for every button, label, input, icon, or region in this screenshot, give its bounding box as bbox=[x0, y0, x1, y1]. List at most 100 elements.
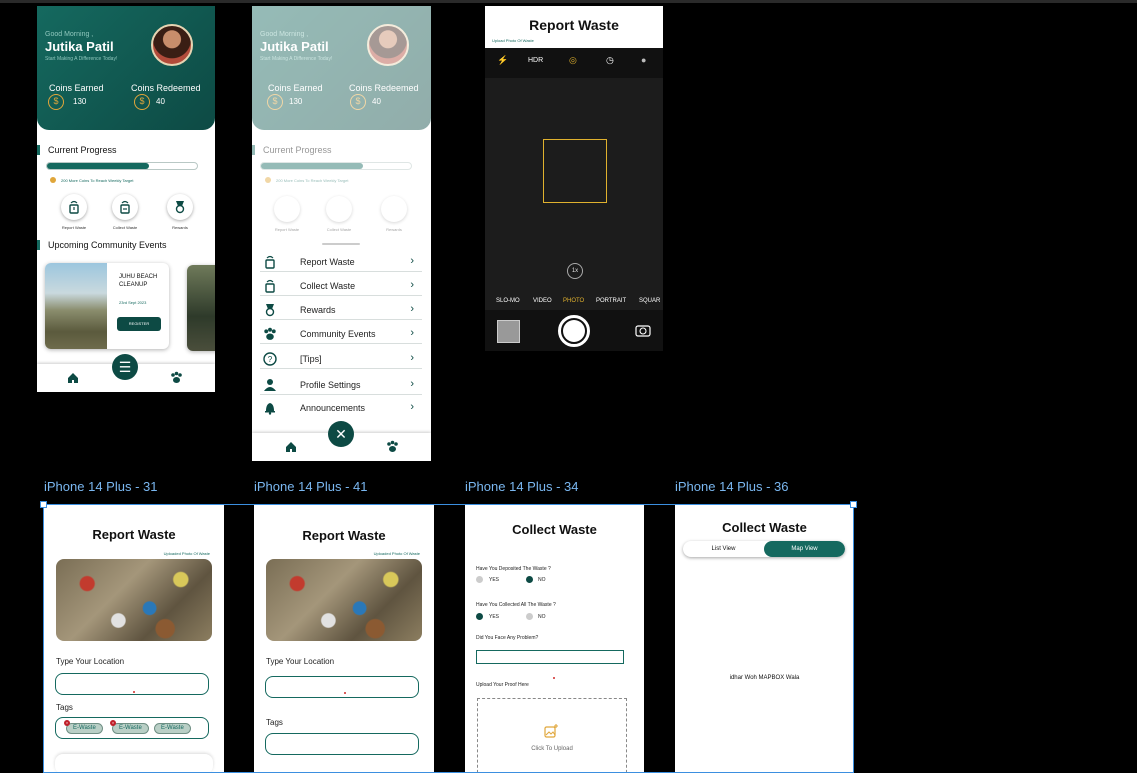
menu-item-label: Collect Waste bbox=[300, 281, 356, 291]
user-icon bbox=[264, 379, 276, 391]
community-icon[interactable] bbox=[170, 371, 183, 384]
bell-icon bbox=[265, 403, 275, 415]
camera-frame[interactable]: Report Waste Upload Photo Of Waste ⚡ HDR… bbox=[485, 6, 663, 351]
target-icon bbox=[50, 177, 56, 183]
menu-item-label: Report Waste bbox=[300, 257, 355, 267]
dashboard-header: Good Morning , Jutika Patil Start Making… bbox=[37, 6, 215, 130]
greeting-text: Good Morning , bbox=[45, 31, 94, 38]
filters-icon[interactable]: ● bbox=[641, 55, 646, 65]
chevron-right-icon: › bbox=[410, 279, 414, 291]
community-icon[interactable] bbox=[386, 440, 399, 453]
page-title: Report Waste bbox=[529, 17, 619, 33]
flip-camera-icon[interactable] bbox=[635, 324, 651, 337]
menu-item-label: Profile Settings bbox=[300, 380, 361, 390]
report-waste-action[interactable]: Report Waste bbox=[54, 194, 94, 230]
menu-item-label: Community Events bbox=[300, 329, 376, 339]
svg-text:?: ? bbox=[268, 355, 273, 364]
bottom-nav: ☰ bbox=[37, 354, 215, 392]
home-icon[interactable] bbox=[285, 441, 297, 453]
events-title: Upcoming Community Events bbox=[37, 240, 167, 250]
zoom-button[interactable]: 1x bbox=[567, 263, 583, 279]
menu-item-profile-settings[interactable]: Profile Settings › bbox=[260, 375, 422, 395]
menu-item-label: Announcements bbox=[300, 403, 366, 413]
avatar[interactable] bbox=[151, 24, 193, 66]
chevron-right-icon: › bbox=[410, 303, 414, 315]
chevron-right-icon: › bbox=[410, 352, 414, 364]
menu-item-rewards[interactable]: Rewards › bbox=[260, 300, 422, 320]
resize-handle[interactable] bbox=[850, 501, 857, 508]
chevron-right-icon: › bbox=[410, 255, 414, 267]
menu-item-label: [Tips] bbox=[300, 354, 322, 364]
progress-fill bbox=[47, 163, 149, 169]
progress-note: 200 More Coins To Reach Weekly Target bbox=[61, 178, 134, 183]
progress-title: Current Progress bbox=[37, 145, 117, 155]
frame-label[interactable]: iPhone 14 Plus - 36 bbox=[675, 479, 788, 494]
camera-controls bbox=[485, 310, 663, 351]
live-photo-icon[interactable]: ◎ bbox=[569, 55, 577, 66]
menu-item-community-events[interactable]: Community Events › bbox=[260, 324, 422, 344]
gallery-thumbnail[interactable] bbox=[497, 320, 520, 343]
coins-earned-value: 130 bbox=[73, 97, 87, 106]
event-photo bbox=[187, 265, 215, 351]
rewards-icon bbox=[265, 304, 275, 317]
event-photo bbox=[45, 263, 107, 349]
sheet-handle[interactable] bbox=[322, 243, 360, 245]
action-label: Rewards bbox=[172, 225, 188, 230]
close-menu-button[interactable]: ✕ bbox=[328, 421, 354, 447]
chevron-right-icon: › bbox=[410, 401, 414, 413]
collect-waste-icon bbox=[112, 194, 138, 220]
bottom-nav: ✕ bbox=[252, 421, 431, 461]
action-label: Collect Waste bbox=[112, 225, 138, 230]
tagline-text: Start Making A Difference Today! bbox=[45, 56, 118, 62]
menu-item-report-waste[interactable]: Report Waste › bbox=[260, 252, 422, 272]
register-button[interactable]: REGISTER bbox=[117, 317, 161, 331]
camera-modes: SLO-MO VIDEO PHOTO PORTRAIT SQUAR bbox=[485, 298, 663, 308]
rewards-icon bbox=[167, 194, 193, 220]
selection-outline bbox=[43, 504, 854, 773]
coins-redeemed-value: 40 bbox=[156, 97, 165, 106]
action-label: Report Waste bbox=[61, 225, 87, 230]
menu-button[interactable]: ☰ bbox=[112, 354, 138, 380]
collect-waste-icon bbox=[265, 279, 275, 293]
resize-handle[interactable] bbox=[40, 501, 47, 508]
design-canvas: Good Morning , Jutika Patil Start Making… bbox=[0, 0, 1137, 773]
page-subtitle: Upload Photo Of Waste bbox=[492, 38, 534, 43]
help-icon: ? bbox=[263, 352, 277, 366]
menu-item-announcements[interactable]: Announcements › bbox=[260, 398, 422, 418]
event-card[interactable]: JUHU BEACH CLEANUP 23rd Sept 2023 REGIST… bbox=[45, 263, 169, 349]
mode-video[interactable]: VIDEO bbox=[533, 298, 552, 304]
report-waste-icon bbox=[61, 194, 87, 220]
chevron-right-icon: › bbox=[410, 327, 414, 339]
rewards-action[interactable]: Rewards bbox=[160, 194, 200, 230]
progress-bar bbox=[46, 162, 198, 170]
menu-frame[interactable]: Good Morning , Jutika Patil Start Making… bbox=[252, 6, 431, 461]
coins-earned-label: Coins Earned bbox=[49, 83, 104, 93]
user-name: Jutika Patil bbox=[45, 39, 114, 54]
dashboard-frame[interactable]: Good Morning , Jutika Patil Start Making… bbox=[37, 6, 215, 392]
menu-item-label: Rewards bbox=[300, 305, 336, 315]
menu-item-tips[interactable]: ? [Tips] › bbox=[260, 349, 422, 369]
mode-slo-mo[interactable]: SLO-MO bbox=[496, 298, 520, 304]
frame-label[interactable]: iPhone 14 Plus - 31 bbox=[44, 479, 157, 494]
flash-icon[interactable]: ⚡ bbox=[497, 55, 508, 66]
hdr-toggle[interactable]: HDR bbox=[528, 57, 543, 64]
frame-label[interactable]: iPhone 14 Plus - 41 bbox=[254, 479, 367, 494]
mode-photo[interactable]: PHOTO bbox=[563, 298, 584, 304]
chevron-right-icon: › bbox=[410, 378, 414, 390]
coin-icon: $ bbox=[134, 94, 150, 110]
mode-portrait[interactable]: PORTRAIT bbox=[596, 298, 626, 304]
camera-top-bar: ⚡ HDR ◎ ◷ ● bbox=[485, 48, 663, 78]
timer-icon[interactable]: ◷ bbox=[606, 55, 614, 66]
event-card-next[interactable] bbox=[187, 265, 215, 351]
collect-waste-action[interactable]: Collect Waste bbox=[105, 194, 145, 230]
mode-square[interactable]: SQUAR bbox=[639, 298, 660, 304]
event-title: JUHU BEACH CLEANUP bbox=[119, 274, 158, 288]
event-date: 23rd Sept 2023 bbox=[119, 300, 147, 305]
home-icon[interactable] bbox=[67, 372, 79, 384]
shutter-button[interactable] bbox=[558, 315, 590, 347]
coins-redeemed-label: Coins Redeemed bbox=[131, 83, 201, 93]
frame-label[interactable]: iPhone 14 Plus - 34 bbox=[465, 479, 578, 494]
camera-header: Report Waste Upload Photo Of Waste bbox=[485, 6, 663, 48]
menu-item-collect-waste[interactable]: Collect Waste › bbox=[260, 276, 422, 296]
report-waste-icon bbox=[265, 255, 275, 269]
